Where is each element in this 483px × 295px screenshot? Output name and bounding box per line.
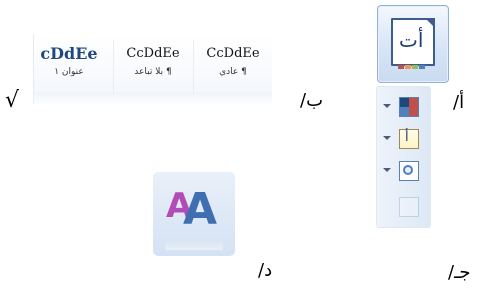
- theme-color-swatch: [405, 65, 411, 69]
- chevron-down-icon: [383, 104, 391, 108]
- option-d-label: د/: [258, 260, 273, 281]
- gallery-reflection: [34, 92, 272, 104]
- chevron-down-icon: [383, 136, 391, 140]
- style-tile-normal[interactable]: CcDdEe ¶ عادي: [194, 36, 272, 96]
- chevron-down-icon: [383, 168, 391, 172]
- option-b-label: ب/: [300, 90, 324, 111]
- style-name: ¶ بلا تباعد: [134, 67, 172, 77]
- style-tile-heading-1[interactable]: cDdEe عنوان ١: [34, 36, 108, 96]
- reflection-box: [399, 197, 419, 217]
- document-sheet-icon: أت: [391, 18, 435, 69]
- option-c-label: جـ/: [448, 262, 471, 283]
- effects-circle: [403, 165, 413, 175]
- style-sample-text: CcDdEe: [206, 46, 260, 61]
- buttons-reflection: [383, 195, 425, 221]
- change-styles-button[interactable]: أت: [377, 5, 449, 83]
- font-glyph: أ: [405, 130, 409, 145]
- quick-styles-gallery[interactable]: CcDdEe ¶ عادي CcDdEe ¶ بلا تباعد cDdEe ع…: [33, 34, 272, 104]
- style-sample-text: cDdEe: [40, 44, 98, 63]
- grow-font-button[interactable]: A A: [153, 172, 235, 256]
- palette-swatch: [409, 107, 418, 116]
- effects-circle-icon: [399, 161, 419, 181]
- theme-color-swatch: [419, 65, 425, 69]
- theme-color-swatch: [412, 65, 418, 69]
- palette-swatch: [400, 98, 409, 107]
- grow-font-front-glyph: A: [183, 184, 218, 235]
- arabic-glyph: أت: [399, 28, 424, 52]
- theme-fonts-button[interactable]: أ: [383, 127, 425, 153]
- tile-divider: [193, 40, 194, 98]
- correct-answer-checkmark: √: [5, 88, 20, 113]
- style-name: ¶ عادي: [219, 67, 247, 77]
- tile-divider: [113, 40, 114, 98]
- option-a-label: أ/: [453, 92, 465, 113]
- font-glyph-icon: أ: [399, 129, 419, 149]
- style-sample-text: CcDdEe: [126, 46, 180, 61]
- theme-color-strip: [398, 54, 426, 73]
- style-name: عنوان ١: [54, 67, 84, 77]
- grow-font-reflection: [165, 240, 223, 250]
- page-fold-icon: [425, 18, 435, 28]
- style-tile-no-spacing[interactable]: CcDdEe ¶ بلا تباعد: [114, 36, 192, 96]
- theme-small-buttons: أ: [376, 86, 431, 228]
- theme-colors-button[interactable]: [383, 95, 425, 121]
- theme-color-swatch: [398, 65, 404, 69]
- theme-effects-button[interactable]: [383, 159, 425, 185]
- color-palette-icon: [399, 97, 419, 117]
- palette-swatch: [400, 107, 409, 116]
- palette-swatch: [409, 98, 418, 107]
